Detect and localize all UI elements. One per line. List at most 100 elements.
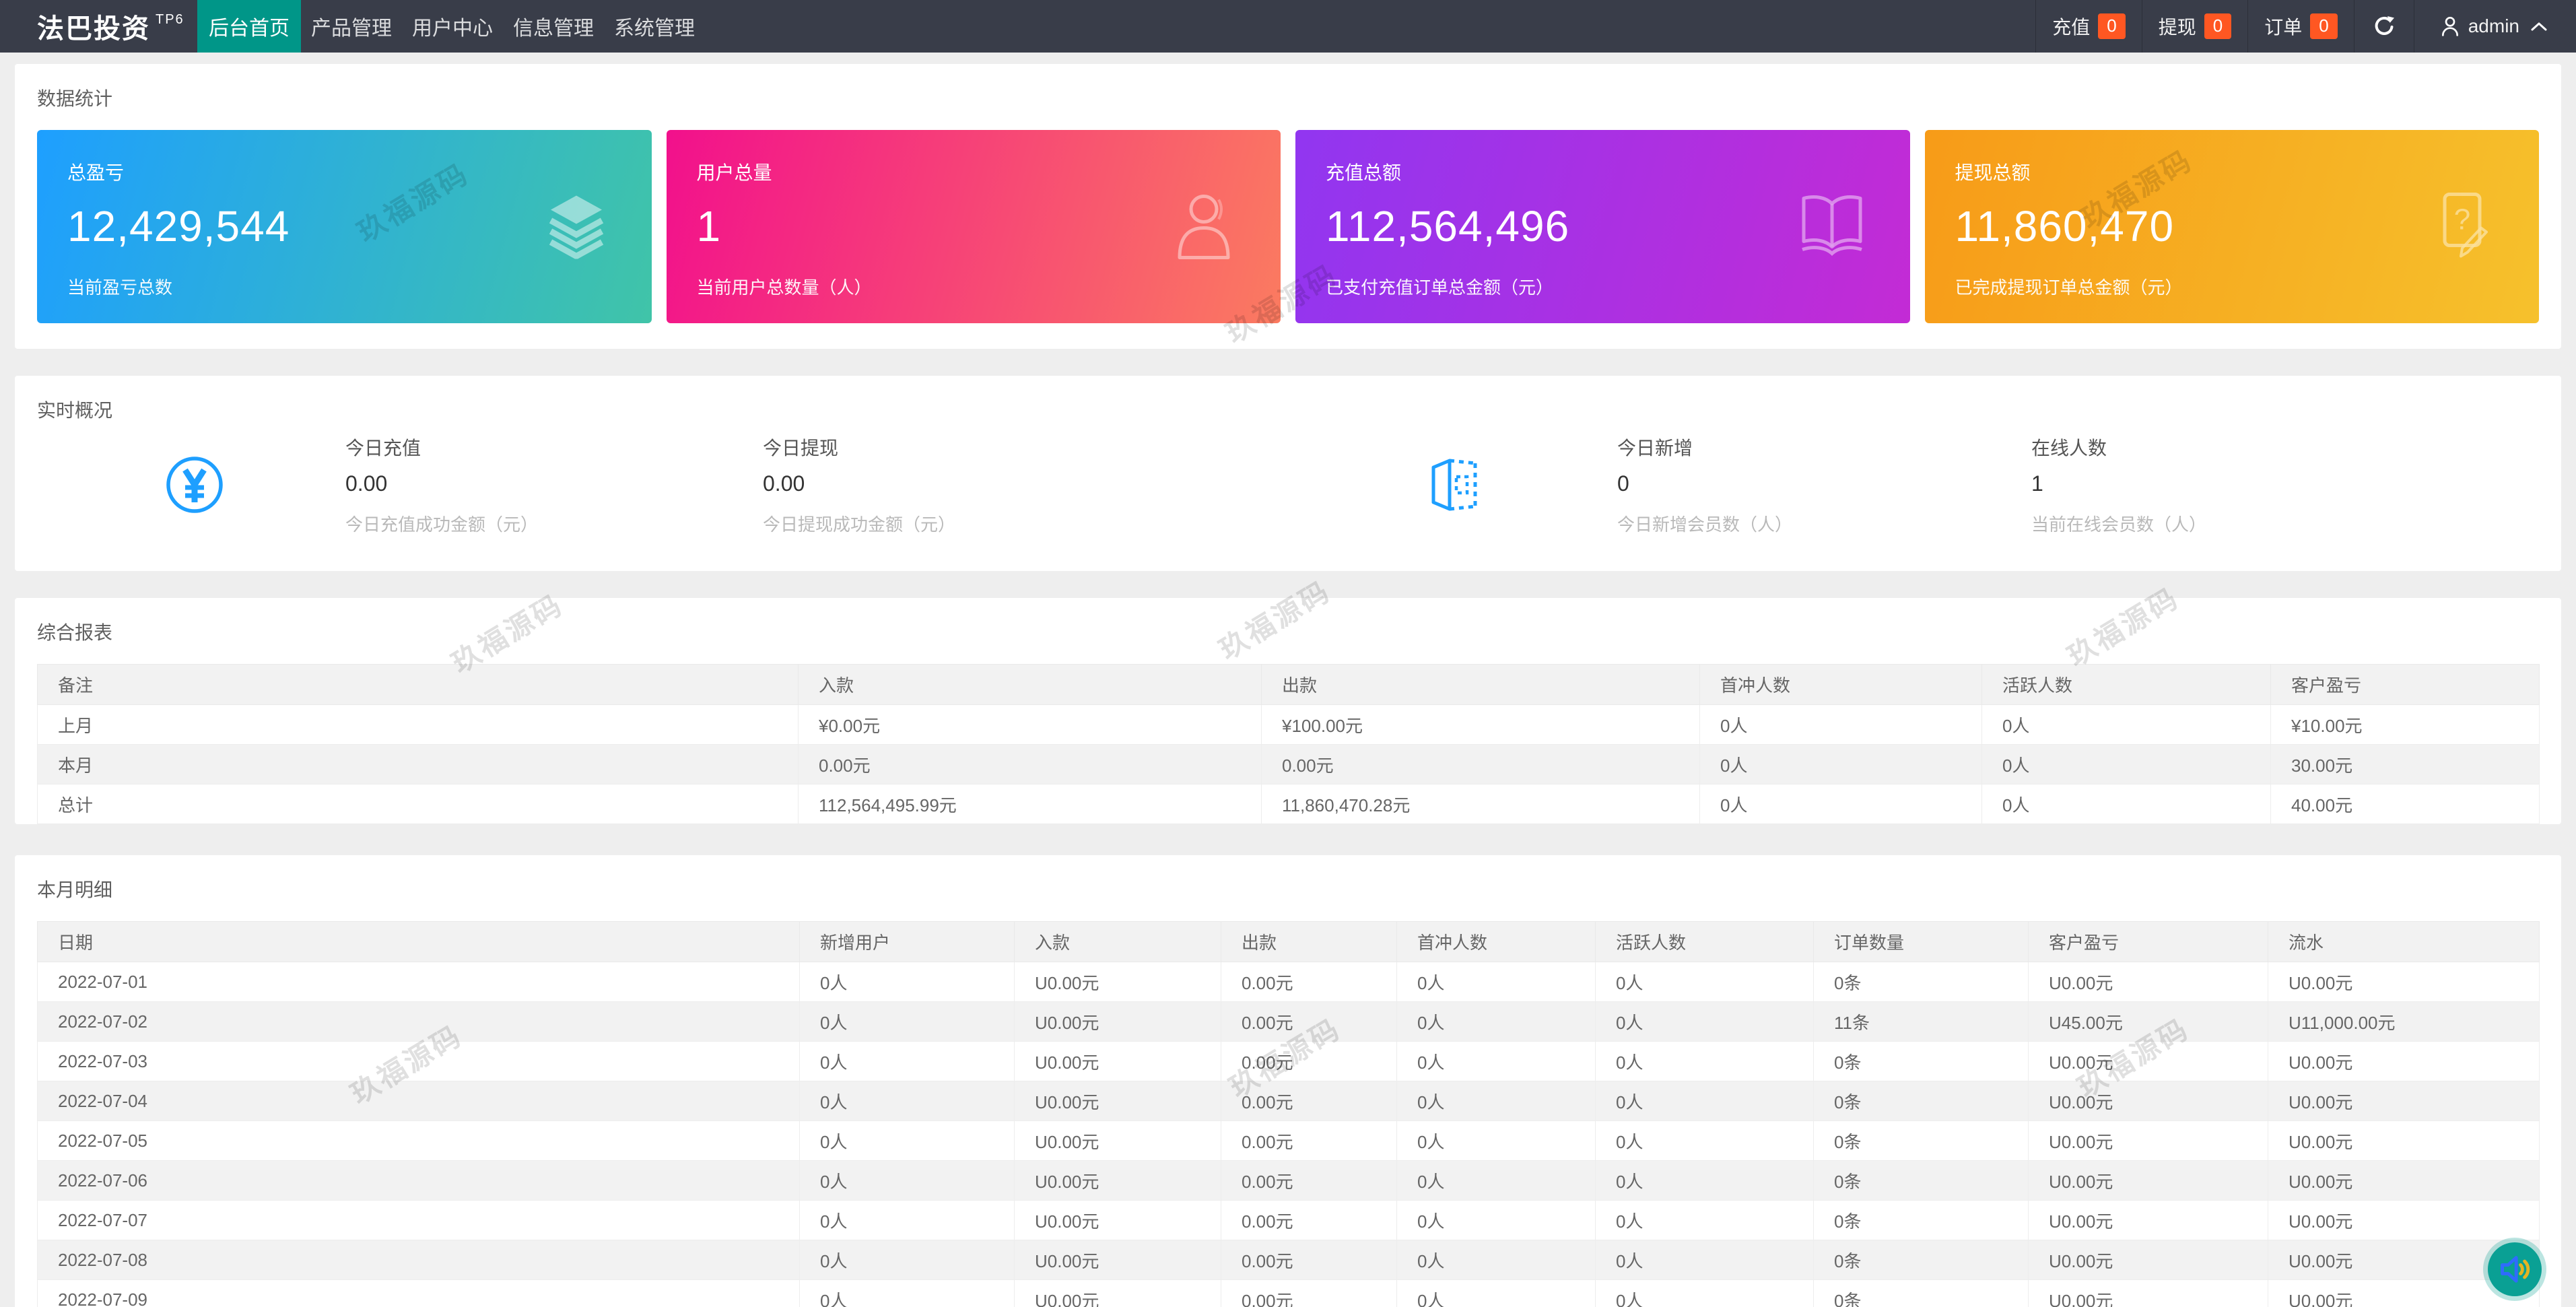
layers-icon [543,191,610,262]
nav-item-users[interactable]: 用户中心 [402,0,503,53]
table-cell: 0人 [1982,745,2271,784]
speaker-icon [2497,1252,2532,1287]
table-cell: 40.00元 [2271,784,2540,824]
table-cell: 2022-07-06 [38,1161,800,1201]
table-cell: 0人 [800,1161,1015,1201]
table-header-row: 日期新增用户入款出款首冲人数活跃人数订单数量客户盈亏流水 [38,922,2540,962]
table-cell: U0.00元 [2029,1081,2268,1121]
table-cell: 0人 [1982,705,2271,745]
realtime-value: 1 [2031,471,2435,496]
column-header: 日期 [38,922,800,962]
nav-item-products[interactable]: 产品管理 [301,0,402,53]
realtime-value: 0.00 [345,471,763,496]
monthly-detail-panel: 本月明细 日期新增用户入款出款首冲人数活跃人数订单数量客户盈亏流水2022-07… [15,855,2561,1307]
table-row: 2022-07-030人U0.00元0.00元0人0人0条U0.00元U0.00… [38,1042,2540,1081]
table-cell: 0条 [1814,1161,2029,1201]
table-cell: 0.00元 [1221,1121,1397,1161]
table-cell: 0.00元 [1221,1280,1397,1307]
table-row: 2022-07-080人U0.00元0.00元0人0人0条U0.00元U0.00… [38,1240,2540,1280]
stats-panel-title: 数据统计 [15,64,2561,111]
nav-item-info[interactable]: 信息管理 [503,0,604,53]
refresh-button[interactable] [2354,0,2414,53]
recharge-counter[interactable]: 充值 0 [2035,0,2141,53]
table-cell: 0条 [1814,1042,2029,1081]
table-cell: 0人 [1397,1161,1596,1201]
realtime-item-online: 在线人数 1 当前在线会员数（人） [2031,434,2435,536]
table-cell: 0人 [800,1121,1015,1161]
stat-cards-row: 总盈亏 12,429,544 当前盈亏总数 用户总量 1 当前用户总数量（人） [15,111,2561,349]
table-cell: 0人 [1596,1240,1814,1280]
column-header: 出款 [1221,922,1397,962]
summary-report-title: 综合报表 [15,598,2561,645]
table-row: 2022-07-020人U0.00元0.00元0人0人11条U45.00元U11… [38,1002,2540,1042]
table-row: 2022-07-040人U0.00元0.00元0人0人0条U0.00元U0.00… [38,1081,2540,1121]
table-cell: 0人 [1596,1081,1814,1121]
table-cell: 0人 [1397,1002,1596,1042]
withdraw-counter[interactable]: 提现 0 [2142,0,2247,53]
user-icon [1172,189,1239,265]
column-header: 新增用户 [800,922,1015,962]
top-navbar: 法巴投资 TP6 后台首页 产品管理 用户中心 信息管理 系统管理 充值 0 提… [0,0,2576,53]
column-header: 首冲人数 [1700,665,1982,705]
user-menu[interactable]: admin [2414,0,2576,53]
table-cell: U0.00元 [1015,962,1221,1002]
table-cell: 0人 [800,1042,1015,1081]
brand-name: 法巴投资 [37,7,150,46]
nav-item-system[interactable]: 系统管理 [604,0,705,53]
table-cell: 2022-07-09 [38,1280,800,1307]
main-menu: 后台首页 产品管理 用户中心 信息管理 系统管理 [197,0,705,53]
username: admin [2468,15,2519,37]
table-cell: 0人 [1397,1042,1596,1081]
table-cell: 0人 [1397,1240,1596,1280]
user-icon [2440,15,2460,37]
table-cell: U0.00元 [2029,962,2268,1002]
stat-card-total-withdraw: 提现总额 11,860,470 已完成提现订单总金额（元） ? [1925,130,2540,323]
table-cell: U0.00元 [2268,1121,2540,1161]
table-row: 总计112,564,495.99元11,860,470.28元0人0人40.00… [38,784,2540,824]
monthly-detail-table: 日期新增用户入款出款首冲人数活跃人数订单数量客户盈亏流水2022-07-010人… [37,921,2540,1307]
stat-card-value: 11,860,470 [1955,201,2509,251]
stat-card-total-recharge: 充值总额 112,564,496 已支付充值订单总金额（元） [1295,130,1910,323]
table-cell: U45.00元 [2029,1002,2268,1042]
table-cell: 112,564,495.99元 [799,784,1262,824]
table-cell: 0.00元 [1221,1161,1397,1201]
table-cell: 0人 [1397,1280,1596,1307]
table-cell: U0.00元 [1015,1240,1221,1280]
brand-logo: 法巴投资 TP6 [0,0,197,53]
table-cell: 0.00元 [1221,1201,1397,1240]
table-cell: U11,000.00元 [2268,1002,2540,1042]
table-row: 上月¥0.00元¥100.00元0人0人¥10.00元 [38,705,2540,745]
stat-card-desc: 已完成提现订单总金额（元） [1955,274,2509,299]
table-cell: 2022-07-05 [38,1121,800,1161]
recharge-counter-label: 充值 [2052,13,2090,40]
refresh-icon [2372,14,2396,38]
table-cell: 0条 [1814,1081,2029,1121]
stats-panel: 数据统计 总盈亏 12,429,544 当前盈亏总数 用户总量 1 当前用户总数… [15,64,2561,349]
table-cell: 0人 [800,1201,1015,1240]
realtime-desc: 今日充值成功金额（元） [345,511,763,536]
table-row: 2022-07-060人U0.00元0.00元0人0人0条U0.00元U0.00… [38,1161,2540,1201]
table-cell: 0人 [1700,784,1982,824]
realtime-desc: 今日提现成功金额（元） [763,511,1429,536]
table-cell: 0条 [1814,1201,2029,1240]
table-cell: 0.00元 [799,745,1262,784]
table-cell: ¥0.00元 [799,705,1262,745]
table-row: 2022-07-010人U0.00元0.00元0人0人0条U0.00元U0.00… [38,962,2540,1002]
table-cell: 0人 [1700,745,1982,784]
table-cell: 30.00元 [2271,745,2540,784]
table-cell: U0.00元 [2029,1240,2268,1280]
table-row: 2022-07-090人U0.00元0.00元0人0人0条U0.00元U0.00… [38,1280,2540,1307]
sound-fab-button[interactable] [2488,1242,2542,1296]
table-cell: 0人 [1596,1042,1814,1081]
open-book-icon [1796,193,1868,261]
stat-card-label: 提现总额 [1955,158,2509,185]
stat-card-desc: 当前盈亏总数 [67,274,621,299]
table-cell: 0人 [1982,784,2271,824]
table-cell: 2022-07-07 [38,1201,800,1240]
nav-item-dashboard[interactable]: 后台首页 [197,0,301,53]
yen-coin-icon [165,455,224,514]
recharge-count-badge: 0 [2098,13,2125,38]
stat-card-desc: 已支付充值订单总金额（元） [1326,274,1880,299]
order-counter[interactable]: 订单 0 [2247,0,2353,53]
table-cell: 0.00元 [1221,1081,1397,1121]
